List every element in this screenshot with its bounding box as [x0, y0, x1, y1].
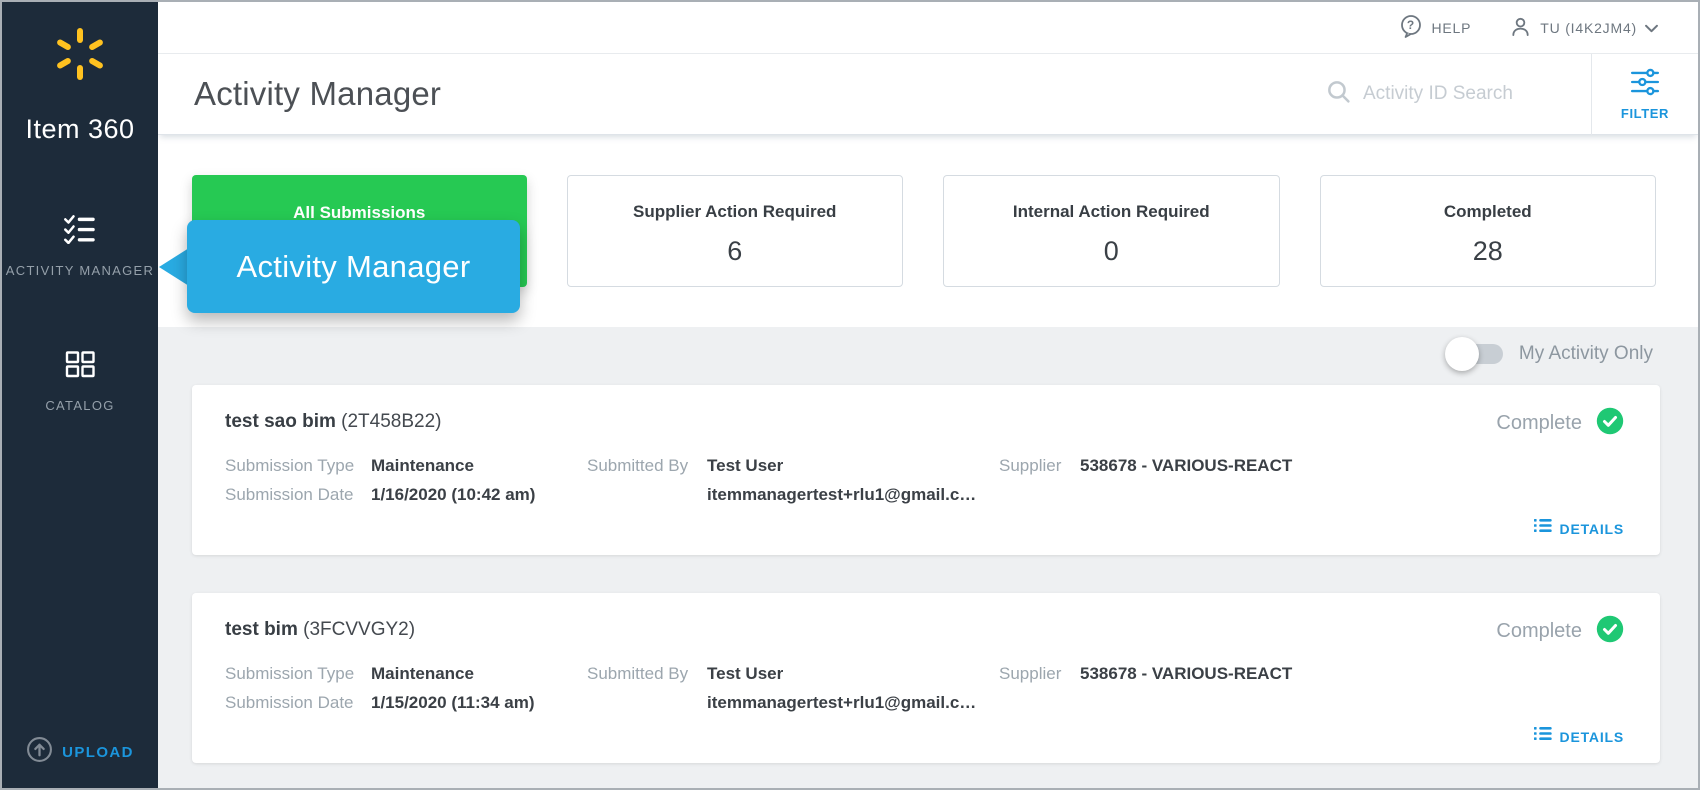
stat-label: All Submissions — [293, 203, 426, 222]
field-value: Maintenance — [371, 664, 474, 683]
details-button[interactable]: DETAILS — [1533, 518, 1624, 539]
my-activity-row: My Activity Only — [1444, 337, 1653, 371]
activity-id: (3FCVVGY2) — [303, 619, 416, 640]
user-icon — [1509, 15, 1532, 41]
checklist-icon — [63, 214, 97, 249]
toggle-knob — [1444, 337, 1479, 371]
check-circle-icon — [1596, 407, 1624, 440]
details-list-icon — [1533, 518, 1552, 539]
details-label: DETAILS — [1559, 728, 1624, 745]
stat-value: 28 — [1472, 236, 1503, 266]
stat-internal-action-required[interactable]: Internal Action Required 0 — [943, 175, 1280, 287]
upload-icon — [26, 736, 53, 768]
chevron-down-icon — [1645, 20, 1658, 36]
search-icon — [1326, 79, 1351, 109]
field-value: Maintenance — [371, 456, 474, 475]
stats-band: All Submissions Supplier Action Required… — [158, 135, 1698, 327]
field-value: 1/15/2020 (11:34 am) — [371, 693, 535, 712]
activity-list-section: My Activity Only test sao bim (2T458B22)… — [158, 327, 1698, 788]
stat-supplier-action-required[interactable]: Supplier Action Required 6 — [566, 175, 903, 287]
stat-label: Internal Action Required — [1012, 202, 1210, 221]
my-activity-label: My Activity Only — [1518, 343, 1653, 364]
field-label: Supplier — [999, 456, 1062, 475]
main-content: ? HELP TU (I4K2JM4) Activity Manager Act… — [158, 2, 1698, 788]
activity-name: test sao bim — [225, 411, 336, 432]
svg-text:?: ? — [1407, 18, 1415, 32]
stat-label: Supplier Action Required — [633, 202, 837, 221]
upload-label: UPLOAD — [62, 743, 134, 761]
sidebar-item-activity-manager[interactable]: ACTIVITY MANAGER — [2, 214, 158, 281]
sidebar: Item 360 ACTIVITY MANAGER CATALOG UPLOAD — [2, 2, 158, 788]
field-value: itemmanagertest+rlu1@gmail.c… — [707, 485, 977, 504]
field-value: Test User — [707, 456, 784, 475]
activity-title: test bim (3FCVVGY2) — [225, 619, 415, 641]
my-activity-toggle[interactable] — [1444, 337, 1503, 371]
check-circle-icon — [1596, 615, 1624, 648]
activity-card: test bim (3FCVVGY2) Complete Submission … — [192, 593, 1660, 763]
field-label: Submitted By — [587, 456, 689, 475]
field-value: 538678 - VARIOUS-REACT — [1080, 664, 1293, 683]
field-label: Submission Type — [225, 664, 355, 683]
field-value: itemmanagertest+rlu1@gmail.c… — [707, 693, 977, 712]
sidebar-item-label: CATALOG — [45, 398, 115, 413]
field-label: Submission Date — [225, 485, 354, 504]
activity-card: test sao bim (2T458B22) Complete Submiss… — [192, 385, 1660, 555]
help-label: HELP — [1431, 19, 1472, 36]
brand-title: Item 360 — [25, 114, 135, 144]
status-label: Complete — [1496, 620, 1582, 642]
activity-name: test bim — [225, 619, 298, 640]
details-label: DETAILS — [1559, 520, 1624, 537]
field-value: 1/16/2020 (10:42 am) — [371, 485, 536, 504]
activity-search — [1326, 79, 1563, 109]
filter-icon — [1630, 68, 1660, 101]
walmart-spark-icon[interactable] — [2, 26, 158, 82]
field-value: 538678 - VARIOUS-REACT — [1080, 456, 1293, 475]
help-icon: ? — [1399, 14, 1423, 41]
field-label: Supplier — [999, 664, 1062, 683]
page-title: Activity Manager — [194, 75, 442, 112]
title-bar: Activity Manager Activity ID Search FILT… — [158, 53, 1698, 135]
status-badge: Complete — [1496, 407, 1624, 440]
sidebar-item-label: ACTIVITY MANAGER — [5, 263, 155, 278]
field-label: Submission Date — [225, 693, 354, 712]
status-badge: Complete — [1496, 615, 1624, 648]
search-input[interactable] — [1363, 83, 1563, 105]
app-window: Item 360 ACTIVITY MANAGER CATALOG UPLOAD… — [0, 0, 1700, 790]
details-button[interactable]: DETAILS — [1533, 726, 1624, 747]
status-label: Complete — [1496, 412, 1582, 434]
field-label: Submitted By — [587, 664, 689, 683]
stat-value: 6 — [727, 236, 743, 266]
help-button[interactable]: ? HELP — [1399, 14, 1471, 41]
filter-button[interactable]: FILTER — [1592, 54, 1698, 135]
activity-id: (2T458B22) — [341, 411, 442, 432]
activity-title: test sao bim (2T458B22) — [225, 411, 442, 433]
sidebar-item-catalog[interactable]: CATALOG — [2, 350, 158, 416]
stat-all-submissions[interactable]: All Submissions — [192, 175, 527, 287]
user-menu[interactable]: TU (I4K2JM4) — [1509, 15, 1658, 41]
user-label: TU (I4K2JM4) — [1540, 19, 1637, 36]
details-list-icon — [1533, 726, 1552, 747]
grid-icon — [64, 350, 96, 384]
upload-button[interactable]: UPLOAD — [2, 736, 158, 768]
top-bar: ? HELP TU (I4K2JM4) — [158, 2, 1698, 54]
stat-completed[interactable]: Completed 28 — [1319, 175, 1656, 287]
field-label: Submission Type — [225, 456, 355, 475]
stat-value: 0 — [1103, 236, 1119, 266]
field-value: Test User — [707, 664, 784, 683]
stat-label: Completed — [1443, 202, 1532, 221]
filter-label: FILTER — [1620, 105, 1670, 121]
